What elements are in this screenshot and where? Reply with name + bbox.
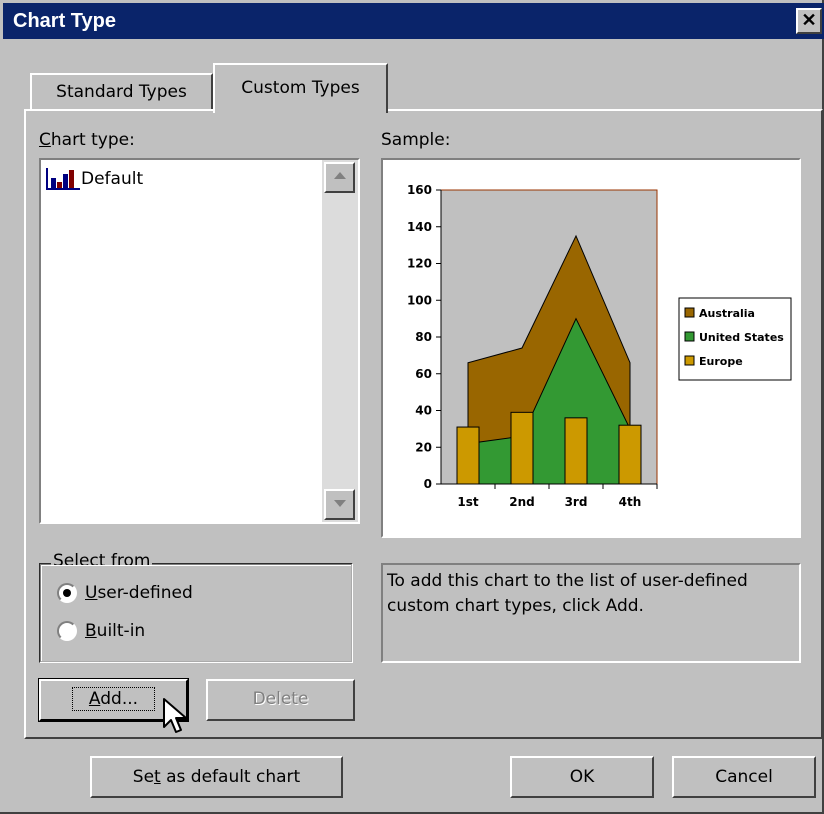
arrow-up-icon xyxy=(333,172,346,179)
close-button[interactable]: ✕ xyxy=(796,8,822,34)
radio-label: Built-in xyxy=(85,621,146,641)
y-tick-label: 140 xyxy=(407,220,432,234)
scroll-up-button[interactable] xyxy=(324,162,355,193)
x-tick-label: 1st xyxy=(457,495,478,509)
window-title: Chart Type xyxy=(13,10,116,32)
radio-label: User-defined xyxy=(85,583,193,603)
list-item-label: Default xyxy=(81,169,144,189)
list-item[interactable]: Default xyxy=(45,166,143,192)
legend-swatch xyxy=(684,355,695,366)
sample-label: Sample: xyxy=(381,130,451,150)
select-from-group: Select from User-defined Built-in xyxy=(39,551,353,663)
radio-button[interactable] xyxy=(57,621,77,641)
y-tick-label: 0 xyxy=(424,477,432,491)
sample-preview: 0 20 40 60 80 100 120 140 160 1st 2nd 3rd 4th Austral… xyxy=(381,158,801,538)
bar xyxy=(456,426,480,485)
ok-button[interactable]: OK xyxy=(510,756,654,798)
y-tick-label: 100 xyxy=(407,293,432,307)
chart-type-list[interactable]: Default xyxy=(39,158,360,524)
y-tick-label: 60 xyxy=(415,367,432,381)
vertical-scrollbar[interactable] xyxy=(322,160,358,522)
y-tick-label: 120 xyxy=(407,257,432,271)
description-text: To add this chart to the list of user-de… xyxy=(381,563,801,663)
x-tick-label: 2nd xyxy=(509,495,534,509)
tab-label: Standard Types xyxy=(56,82,187,102)
legend-swatch xyxy=(684,331,695,342)
arrow-down-icon xyxy=(333,500,346,507)
mouse-cursor-icon xyxy=(163,698,187,733)
tab-standard-types[interactable]: Standard Types xyxy=(30,73,213,110)
x-tick-label: 3rd xyxy=(565,495,588,509)
legend-label: United States xyxy=(699,331,784,344)
legend-label: Australia xyxy=(699,307,755,320)
radio-built-in[interactable]: Built-in xyxy=(57,621,145,641)
radio-button[interactable] xyxy=(57,583,77,603)
set-default-chart-button[interactable]: Set as default chart xyxy=(90,756,343,798)
bar xyxy=(618,424,642,485)
cancel-button[interactable]: Cancel xyxy=(672,756,816,798)
tab-custom-types[interactable]: Custom Types xyxy=(213,63,388,113)
group-label: Select from xyxy=(51,551,153,571)
y-tick-label: 40 xyxy=(415,404,432,418)
x-tick-label: 4th xyxy=(619,495,642,509)
sample-chart: 0 20 40 60 80 100 120 140 160 1st 2nd 3rd 4th Austral… xyxy=(407,183,792,509)
tab-label: Custom Types xyxy=(241,78,360,98)
bar xyxy=(510,411,534,485)
y-tick-label: 80 xyxy=(415,330,432,344)
legend-label: Europe xyxy=(699,355,743,368)
y-tick-label: 160 xyxy=(407,183,432,197)
chart-type-label: Chart type: xyxy=(39,130,135,150)
y-tick-label: 20 xyxy=(415,440,432,454)
title-bar: Chart Type ✕ xyxy=(3,3,824,39)
delete-button[interactable]: Delete xyxy=(206,679,355,721)
legend-swatch xyxy=(684,307,695,318)
close-icon: ✕ xyxy=(801,10,817,30)
bar xyxy=(564,417,588,485)
chart-type-dialog: Chart Type ✕ Standard Types Custom Types… xyxy=(0,0,824,814)
bar-chart-icon xyxy=(46,168,80,190)
radio-user-defined[interactable]: User-defined xyxy=(57,583,193,603)
scroll-down-button[interactable] xyxy=(324,489,355,520)
